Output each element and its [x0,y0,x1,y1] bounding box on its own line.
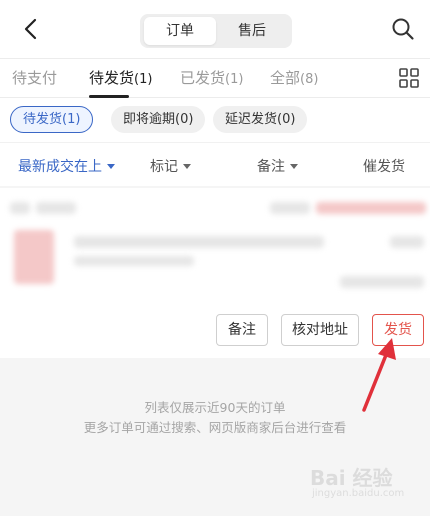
blurred-product-image [14,230,54,284]
grid-icon[interactable] [398,67,420,89]
tab-label: 待支付 [12,69,58,87]
tab-shipped[interactable]: 已发货(1) [180,67,243,88]
filter-chips: 待发货(1) 即将逾期(0) 延迟发货(0) [0,98,430,142]
blurred-content [36,202,76,214]
mark-dropdown[interactable]: 标记 [150,156,191,176]
header-bar: 订单 售后 [0,0,430,58]
back-icon[interactable] [18,16,44,42]
tab-pending-payment[interactable]: 待支付 [12,67,57,88]
chip-delayed-shipment[interactable]: 延迟发货(0) [213,106,308,133]
segment-after-sales[interactable]: 售后 [216,17,288,45]
tab-label: 全部 [270,69,301,87]
remark-label: 备注 [257,159,285,175]
sort-label: 最新成交在上 [18,159,102,175]
caret-down-icon [107,163,115,169]
annotation-arrow-icon [362,338,396,412]
segment-orders[interactable]: 订单 [144,17,216,45]
blurred-content [340,276,424,288]
tab-count: (1) [225,72,244,87]
caret-down-icon [183,163,191,169]
blurred-content [10,202,30,214]
tab-count: (1) [134,72,153,87]
tab-all[interactable]: 全部(8) [270,67,318,88]
watermark-brand: Bai 经验 [310,466,393,490]
urge-shipment-filter[interactable]: 催发货 [363,156,405,176]
blurred-content [316,202,426,214]
mark-label: 标记 [150,159,178,175]
blurred-content [270,202,310,214]
blurred-content [74,256,194,266]
tab-count: (8) [300,72,319,87]
baidu-jingyan-watermark: Bai 经验 jingyan.baidu.com [310,462,426,508]
tab-label: 待发货 [89,69,135,87]
sort-newest-dropdown[interactable]: 最新成交在上 [18,156,115,176]
sort-filter-row: 最新成交在上 标记 备注 催发货 [0,142,430,186]
caret-down-icon [290,163,298,169]
tab-label: 已发货 [180,69,226,87]
blurred-content [74,236,324,248]
watermark-url: jingyan.baidu.com [312,488,405,499]
chip-near-overdue[interactable]: 即将逾期(0) [111,106,206,133]
search-icon[interactable] [390,16,416,42]
segment-control: 订单 售后 [140,14,292,48]
footer-note-line2: 更多订单可通过搜索、网页版商家后台进行查看 [83,420,347,435]
blurred-content [390,236,424,248]
remark-dropdown[interactable]: 备注 [257,156,298,176]
tab-pending-shipment[interactable]: 待发货(1) [89,67,152,88]
verify-address-button[interactable]: 核对地址 [281,314,359,346]
remark-button[interactable]: 备注 [216,314,268,346]
chip-pending-shipment[interactable]: 待发货(1) [10,106,94,133]
status-tabs: 待支付 待发货(1) 已发货(1) 全部(8) [0,58,430,98]
